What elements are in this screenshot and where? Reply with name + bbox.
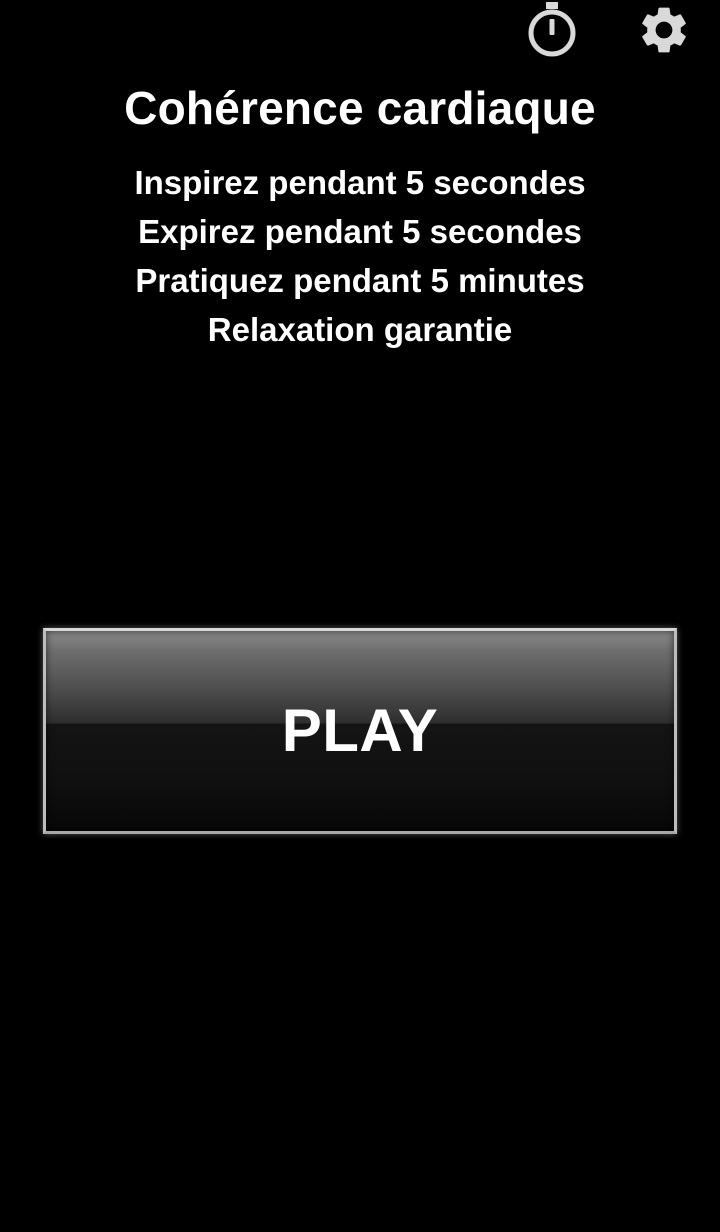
page-title: Cohérence cardiaque (124, 82, 596, 134)
instruction-duration: Pratiquez pendant 5 minutes (135, 262, 585, 299)
stopwatch-icon (528, 2, 576, 57)
instruction-inhale: Inspirez pendant 5 secondes (134, 164, 586, 201)
top-toolbar (0, 0, 720, 64)
instructions-list: Inspirez pendant 5 secondes Expirez pend… (0, 158, 720, 354)
timer-button[interactable] (522, 0, 582, 60)
gear-icon (642, 7, 686, 53)
play-button[interactable]: PLAY (43, 628, 677, 834)
instruction-exhale: Expirez pendant 5 secondes (138, 213, 582, 250)
instruction-result: Relaxation garantie (207, 311, 513, 348)
play-button-label: PLAY (281, 696, 439, 764)
settings-button[interactable] (634, 0, 694, 60)
